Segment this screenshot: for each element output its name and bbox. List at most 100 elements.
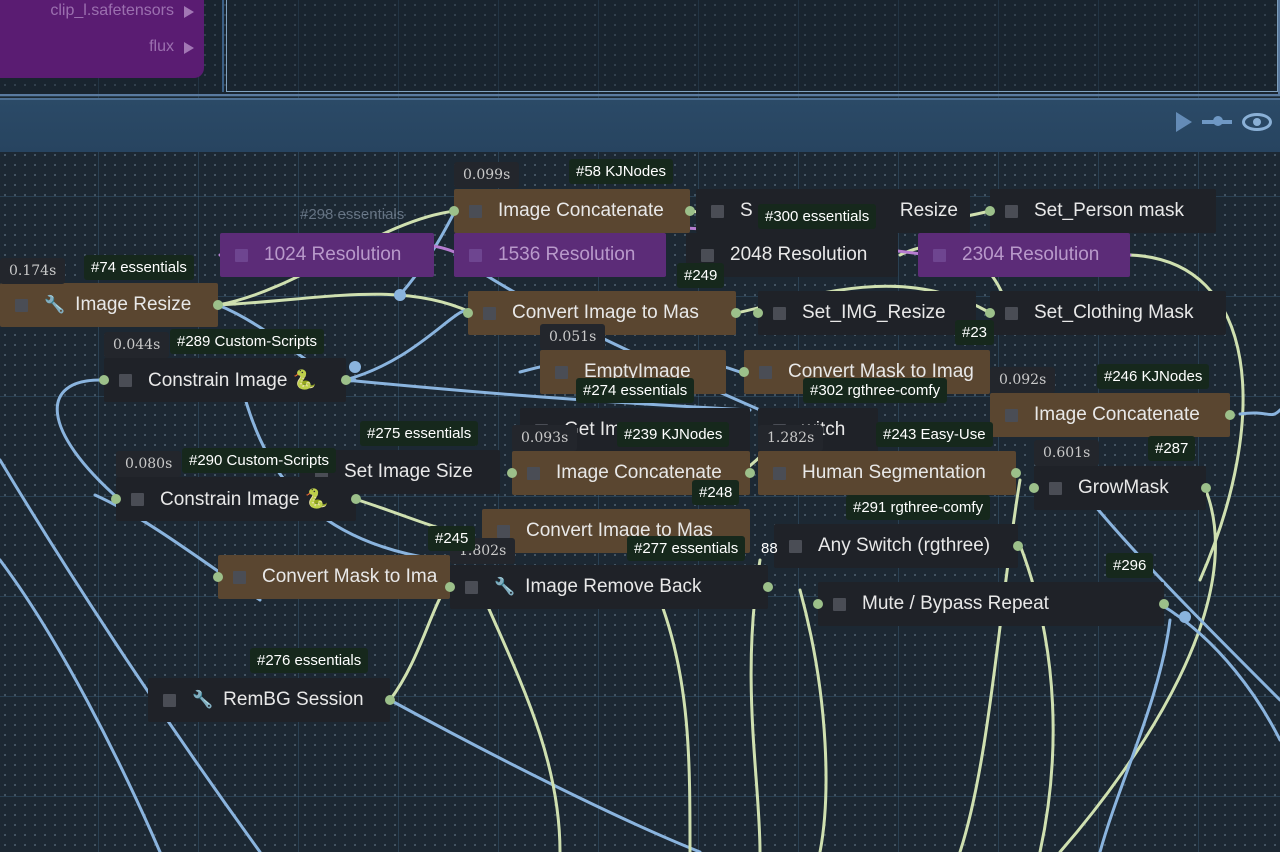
output-pin[interactable] xyxy=(385,695,395,705)
input-pin[interactable] xyxy=(463,308,473,318)
input-pin[interactable] xyxy=(449,206,459,216)
node-title: Mute / Bypass Repeat xyxy=(862,593,1049,614)
node-toggle-checkbox[interactable] xyxy=(497,524,510,538)
input-pin[interactable] xyxy=(813,599,823,609)
node-toggle-checkbox[interactable] xyxy=(773,306,786,320)
node-2304-resolution[interactable]: 2304 Resolution xyxy=(918,233,1130,277)
node-id-badge: #302 rgthree-comfy xyxy=(803,378,948,403)
node-toggle-checkbox[interactable] xyxy=(119,373,132,387)
output-pin[interactable] xyxy=(745,468,755,478)
node-toggle-checkbox[interactable] xyxy=(483,306,496,320)
node-toggle-checkbox[interactable] xyxy=(1005,204,1018,218)
input-pin[interactable] xyxy=(985,206,995,216)
output-pin[interactable] xyxy=(1225,410,1235,420)
node-set-person-mask[interactable]: Set_Person mask xyxy=(990,189,1216,233)
input-pin[interactable] xyxy=(507,468,517,478)
node-constrain-image-2[interactable]: Constrain Image 🐍 xyxy=(116,477,356,521)
node-toggle-checkbox[interactable] xyxy=(469,248,482,262)
node-toggle-checkbox[interactable] xyxy=(527,466,540,480)
ghost-badge-298: #298 essentials xyxy=(300,206,405,223)
node-1024-resolution[interactable]: 1024 Resolution xyxy=(220,233,434,277)
node-title: Image Remove Back xyxy=(525,576,702,597)
node-image-remove-back[interactable]: 🔧 Image Remove Back xyxy=(450,565,768,609)
node-human-segmentation[interactable]: Human Segmentation xyxy=(758,451,1016,495)
node-id-badge: #296 xyxy=(1106,553,1154,578)
node-id-badge: #289 Custom-Scripts xyxy=(170,329,325,354)
node-constrain-image-1[interactable]: Constrain Image 🐍 xyxy=(104,358,346,402)
node-id-badge: #276 essentials xyxy=(250,648,369,673)
wrench-icon: 🔧 xyxy=(44,295,66,314)
output-pin[interactable] xyxy=(351,494,361,504)
node-id-badge: #243 Easy-Use xyxy=(876,422,993,447)
node-id-badge: #245 xyxy=(428,526,476,551)
node-title: Set_Person mask xyxy=(1034,200,1184,221)
input-pin[interactable] xyxy=(1029,483,1039,493)
output-pin[interactable] xyxy=(1201,483,1211,493)
node-toggle-checkbox[interactable] xyxy=(773,466,786,480)
node-toggle-checkbox[interactable] xyxy=(555,365,568,379)
node-toggle-checkbox[interactable] xyxy=(15,298,28,312)
node-id-badge: #274 essentials xyxy=(576,378,695,403)
node-toggle-checkbox[interactable] xyxy=(131,492,144,506)
node-image-concatenate-top[interactable]: Image Concatenate xyxy=(454,189,690,233)
node-id-badge: #239 KJNodes xyxy=(617,422,730,447)
node-set-clothing-mask[interactable]: Set_Clothing Mask xyxy=(990,291,1226,335)
exec-time-badge: 0.099s xyxy=(454,162,520,188)
node-toggle-checkbox[interactable] xyxy=(1005,306,1018,320)
node-rembg-session[interactable]: 🔧 RemBG Session xyxy=(148,678,390,722)
node-title: Constrain Image 🐍 xyxy=(160,489,329,510)
output-pin[interactable] xyxy=(1159,599,1169,609)
node-toggle-checkbox[interactable] xyxy=(233,570,246,584)
node-toggle-checkbox[interactable] xyxy=(1005,408,1018,422)
node-toggle-checkbox[interactable] xyxy=(469,204,482,218)
node-title: Image Concatenate xyxy=(1034,404,1200,425)
node-title: Set Image Size xyxy=(344,461,473,482)
node-any-switch[interactable]: Any Switch (rgthree) xyxy=(774,524,1018,568)
node-title: Set_IMG_Resize xyxy=(802,302,946,323)
node-title: S xyxy=(740,200,753,221)
node-toggle-checkbox[interactable] xyxy=(789,539,802,553)
node-image-resize[interactable]: 🔧 Image Resize xyxy=(0,283,218,327)
input-pin[interactable] xyxy=(985,308,995,318)
node-toggle-checkbox[interactable] xyxy=(465,580,478,594)
input-pin[interactable] xyxy=(739,367,749,377)
wrench-icon: 🔧 xyxy=(494,577,516,596)
input-pin[interactable] xyxy=(99,375,109,385)
input-pin[interactable] xyxy=(445,582,455,592)
node-id-badge: 88 xyxy=(761,540,778,557)
node-toggle-checkbox[interactable] xyxy=(759,365,772,379)
node-id-badge: #248 xyxy=(692,480,740,505)
node-id-badge: #290 Custom-Scripts xyxy=(182,448,337,473)
output-pin[interactable] xyxy=(685,206,695,216)
exec-time-badge: 0.051s xyxy=(540,324,606,350)
output-pin[interactable] xyxy=(731,308,741,318)
output-pin[interactable] xyxy=(341,375,351,385)
exec-time-badge: 0.174s xyxy=(0,258,66,284)
input-pin[interactable] xyxy=(753,308,763,318)
node-toggle-checkbox[interactable] xyxy=(711,204,724,218)
node-title: Image Resize xyxy=(75,294,192,315)
node-toggle-checkbox[interactable] xyxy=(163,693,176,707)
output-pin[interactable] xyxy=(1013,541,1023,551)
output-pin[interactable] xyxy=(763,582,773,592)
node-set-img-resize[interactable]: Set_IMG_Resize xyxy=(758,291,976,335)
node-1536-resolution[interactable]: 1536 Resolution xyxy=(454,233,666,277)
node-toggle-checkbox[interactable] xyxy=(1049,481,1062,495)
node-title: RemBG Session xyxy=(223,689,364,710)
node-title: GrowMask xyxy=(1078,477,1169,498)
node-title: 1024 Resolution xyxy=(264,244,402,265)
output-pin[interactable] xyxy=(213,300,223,310)
output-pin[interactable] xyxy=(1011,468,1021,478)
node-image-concatenate-right[interactable]: Image Concatenate xyxy=(990,393,1230,437)
node-grow-mask[interactable]: GrowMask xyxy=(1034,466,1206,510)
node-mute-bypass-repeat[interactable]: Mute / Bypass Repeat xyxy=(818,582,1164,626)
node-toggle-checkbox[interactable] xyxy=(235,248,248,262)
exec-time-badge: 0.080s xyxy=(116,451,182,477)
node-toggle-checkbox[interactable] xyxy=(701,248,714,262)
exec-time-badge: 1.282s xyxy=(758,425,824,451)
node-convert-mask-to-image-2[interactable]: Convert Mask to Ima xyxy=(218,555,450,599)
input-pin[interactable] xyxy=(111,494,121,504)
input-pin[interactable] xyxy=(213,572,223,582)
node-toggle-checkbox[interactable] xyxy=(833,597,846,611)
node-toggle-checkbox[interactable] xyxy=(933,248,946,262)
